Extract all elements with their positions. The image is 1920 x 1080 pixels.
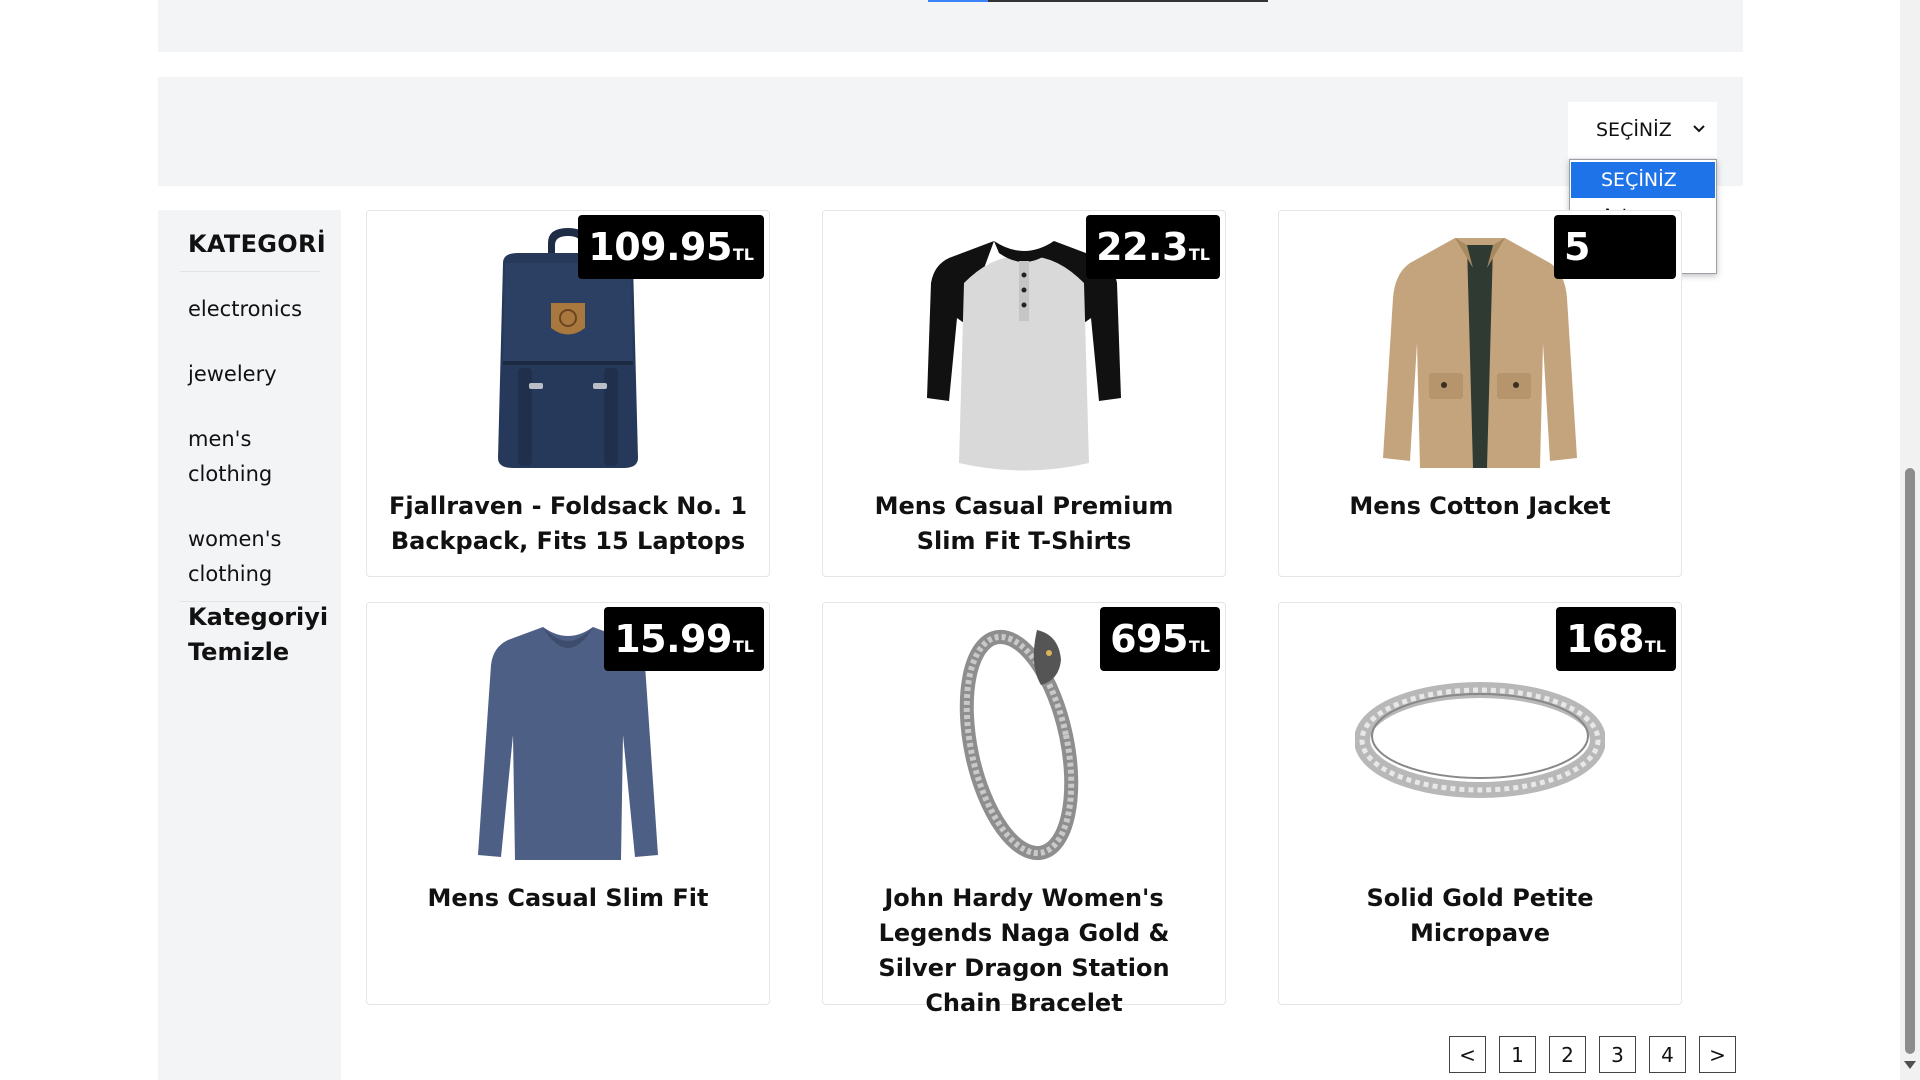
category-womens-clothing[interactable]: women's clothing xyxy=(188,522,328,592)
page-scrollbar[interactable] xyxy=(1900,0,1920,1080)
slider-track xyxy=(966,0,1268,2)
price-value: 22.3 xyxy=(1096,225,1188,269)
product-card[interactable]: Solid Gold Petite Micropave 168 TL xyxy=(1278,602,1682,1005)
slider-active-indicator xyxy=(928,0,988,2)
pagination-next-button[interactable]: > xyxy=(1699,1036,1736,1073)
price-value: 15.99 xyxy=(614,617,732,661)
price-tag: 15.99 TL xyxy=(604,607,764,671)
top-banner-strip xyxy=(158,0,1743,52)
price-value: 109.95 xyxy=(588,225,732,269)
product-title: John Hardy Women's Legends Naga Gold & S… xyxy=(878,884,1170,1017)
category-electronics[interactable]: electronics xyxy=(188,292,328,327)
price-value: 168 xyxy=(1566,617,1644,661)
price-tag: 109.95 TL xyxy=(578,215,764,279)
product-title: Fjallraven - Foldsack No. 1 Backpack, Fi… xyxy=(388,492,748,555)
divider xyxy=(180,271,320,272)
product-title: Mens Cotton Jacket xyxy=(1349,492,1611,520)
price-tag: 168 TL xyxy=(1556,607,1676,671)
price-value: 695 xyxy=(1110,617,1188,661)
clear-category-button[interactable]: Kategoriyi Temizle xyxy=(188,600,328,670)
price-currency: TL xyxy=(732,244,754,264)
product-title: Mens Casual Premium Slim Fit T-Shirts xyxy=(874,492,1174,555)
pagination-page-1[interactable]: 1 xyxy=(1499,1036,1536,1073)
price-tag: 695 TL xyxy=(1100,607,1220,671)
pagination-page-4[interactable]: 4 xyxy=(1649,1036,1686,1073)
filter-bar xyxy=(158,77,1743,186)
scroll-down-arrow-icon[interactable] xyxy=(1904,1061,1916,1069)
pagination-page-3[interactable]: 3 xyxy=(1599,1036,1636,1073)
sort-select[interactable]: SEÇİNİZ xyxy=(1568,102,1717,158)
product-card[interactable]: John Hardy Women's Legends Naga Gold & S… xyxy=(822,602,1226,1017)
price-currency: TL xyxy=(1188,636,1210,656)
price-tag: 5 xyxy=(1554,215,1676,279)
product-title: Mens Casual Slim Fit xyxy=(427,884,709,912)
product-card[interactable]: Mens Casual Premium Slim Fit T-Shirts 22… xyxy=(822,210,1226,577)
sidebar-title: KATEGORİ xyxy=(188,230,326,258)
price-currency: TL xyxy=(732,636,754,656)
category-jewelery[interactable]: jewelery xyxy=(188,357,328,392)
price-tag: 22.3 TL xyxy=(1086,215,1220,279)
price-currency: TL xyxy=(1644,636,1666,656)
product-card[interactable]: Mens Casual Slim Fit 15.99 TL xyxy=(366,602,770,1005)
chevron-down-icon xyxy=(1693,125,1705,133)
pagination-page-2[interactable]: 2 xyxy=(1549,1036,1586,1073)
pagination-prev-button[interactable]: < xyxy=(1449,1036,1486,1073)
product-card[interactable]: Mens Cotton Jacket 5 xyxy=(1278,210,1682,577)
category-sidebar: KATEGORİ electronics jewelery men's clot… xyxy=(158,210,341,1080)
sort-select-value: SEÇİNİZ xyxy=(1596,119,1672,141)
price-currency: TL xyxy=(1188,244,1210,264)
category-mens-clothing[interactable]: men's clothing xyxy=(188,422,328,492)
product-card[interactable]: Fjallraven - Foldsack No. 1 Backpack, Fi… xyxy=(366,210,770,577)
scrollbar-thumb[interactable] xyxy=(1905,468,1915,1054)
product-title: Solid Gold Petite Micropave xyxy=(1366,884,1594,947)
page: SEÇİNİZ SEÇİNİZ Artan Azalan KATEGORİ el… xyxy=(0,0,1900,1080)
price-value: 5 xyxy=(1564,225,1590,269)
sort-option-default[interactable]: SEÇİNİZ xyxy=(1571,162,1715,198)
